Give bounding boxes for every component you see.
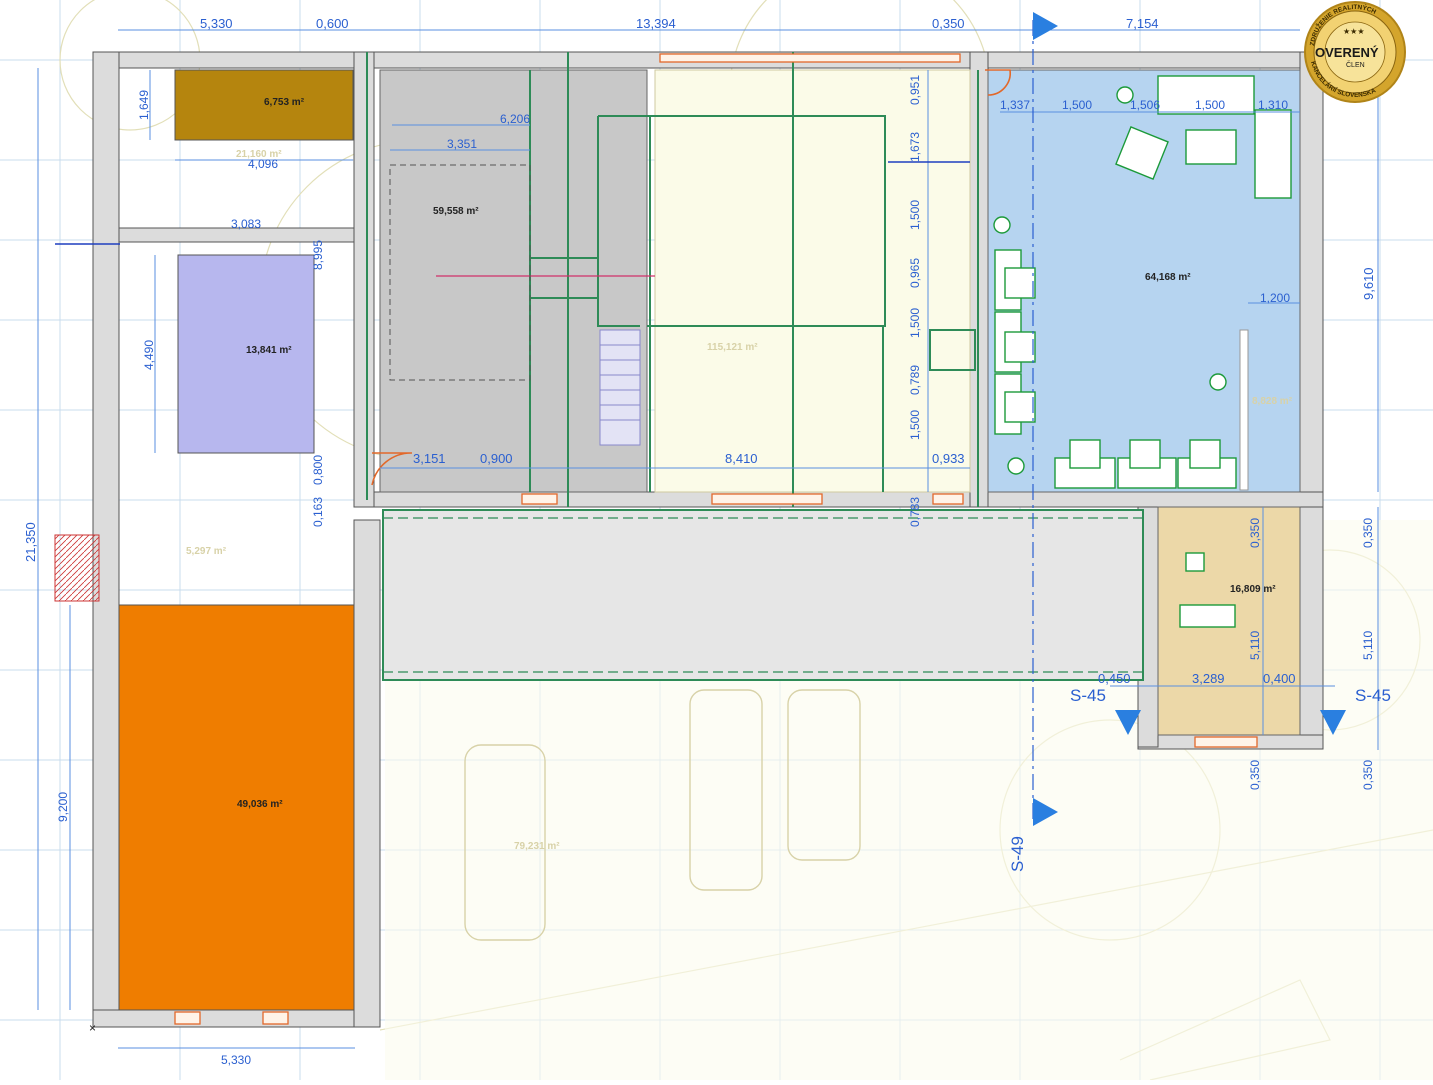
area-label-ghost-stair: 8,828 m²	[1252, 396, 1293, 407]
floor-plan-canvas: 6,753 m² 13,841 m² 49,036 m² 59,558 m² 6…	[0, 0, 1433, 1081]
dim-top-5: 7,154	[1126, 16, 1159, 31]
dim-inner-i: 0,933	[932, 451, 965, 466]
area-label-carport: 79,231 m²	[514, 841, 560, 852]
dim-inner-m: 0,951	[908, 75, 922, 105]
dim-left-total: 21,350	[23, 522, 38, 562]
dim-inner-a: 6,206	[500, 112, 530, 126]
dim-right-1: 0,350	[1361, 518, 1375, 548]
dim-inner-t: 1,337	[1000, 98, 1030, 112]
dim-inner-z4: 0,350	[1248, 518, 1262, 548]
dim-left-upper: 1,649	[137, 90, 151, 120]
area-label-garage: 49,036 m²	[237, 799, 283, 810]
dim-inner-y: 1,200	[1260, 291, 1290, 305]
dim-inner-p: 0,965	[908, 258, 922, 288]
area-label-hall: 59,558 m²	[433, 206, 479, 217]
dim-inner-v: 1,506	[1130, 98, 1160, 112]
dim-inner-o: 1,500	[908, 200, 922, 230]
dim-inner-z5: 5,110	[1248, 631, 1262, 660]
dim-inner-l: 0,783	[908, 497, 922, 527]
section-label-s45-right: S-45	[1355, 686, 1391, 705]
section-label-s45-left: S-45	[1070, 686, 1106, 705]
area-label-central: 115,121 m²	[707, 342, 758, 353]
badge-main-text: OVERENÝ	[1315, 45, 1379, 60]
dim-bottom-1: 5,330	[221, 1053, 251, 1067]
dim-inner-j: 0,800	[311, 455, 325, 485]
dim-inner-s: 1,500	[908, 410, 922, 440]
badge-sub-text: ČLEN	[1346, 60, 1365, 69]
dim-inner-c: 4,096	[248, 157, 278, 171]
dim-inner-u: 1,500	[1062, 98, 1092, 112]
area-label-office: 64,168 m²	[1145, 272, 1191, 283]
area-label-storage: 6,753 m²	[264, 97, 305, 108]
dim-inner-q: 1,500	[908, 308, 922, 338]
floor-plan-drawing: 6,753 m² 13,841 m² 49,036 m² 59,558 m² 6…	[0, 0, 1433, 1081]
dim-inner-n: 1,673	[908, 132, 922, 162]
dim-inner-d: 3,083	[231, 217, 261, 231]
area-label-ghost-corridor: 5,297 m²	[186, 546, 227, 557]
area-label-side-office: 16,809 m²	[1230, 584, 1276, 595]
dim-inner-w: 1,500	[1195, 98, 1225, 112]
dim-inner-f: 3,151	[413, 451, 446, 466]
dim-inner-z3: 0,400	[1263, 671, 1296, 686]
dim-inner-x: 1,310	[1258, 98, 1288, 112]
verified-member-badge: ZDRUŽENIE REALITNÝCH KANCELÁRIÍ SLOVENSK…	[1304, 1, 1406, 103]
dim-top-3: 13,394	[636, 16, 676, 31]
dim-right-2: 5,110	[1361, 631, 1375, 660]
room-corridor	[382, 509, 1144, 681]
dim-inner-r: 0,789	[908, 365, 922, 395]
badge-stars: ★★★	[1343, 27, 1365, 36]
dim-right-total: 9,610	[1361, 267, 1376, 300]
dim-inner-k: 0,163	[311, 497, 325, 527]
dim-inner-z1: 0,450	[1098, 671, 1131, 686]
dim-left-lower: 9,200	[56, 792, 70, 822]
dim-inner-z6: 0,350	[1248, 760, 1262, 790]
section-label-s49: S-49	[1008, 836, 1027, 872]
dim-inner-g: 0,900	[480, 451, 513, 466]
dim-inner-h: 8,410	[725, 451, 758, 466]
chimney-hatch	[54, 534, 100, 602]
dim-top-2: 0,600	[316, 16, 349, 31]
dim-inner-z2: 3,289	[1192, 671, 1225, 686]
dim-left-mid: 4,490	[142, 340, 156, 370]
dim-top-4: 0,350	[932, 16, 965, 31]
dim-inner-e: 8,995	[311, 240, 325, 270]
dim-inner-b: 3,351	[447, 137, 477, 151]
dim-top-1: 5,330	[200, 16, 233, 31]
corner-marker: ×	[89, 1021, 96, 1035]
area-label-bathroom: 13,841 m²	[246, 345, 292, 356]
dim-right-3: 0,350	[1361, 760, 1375, 790]
